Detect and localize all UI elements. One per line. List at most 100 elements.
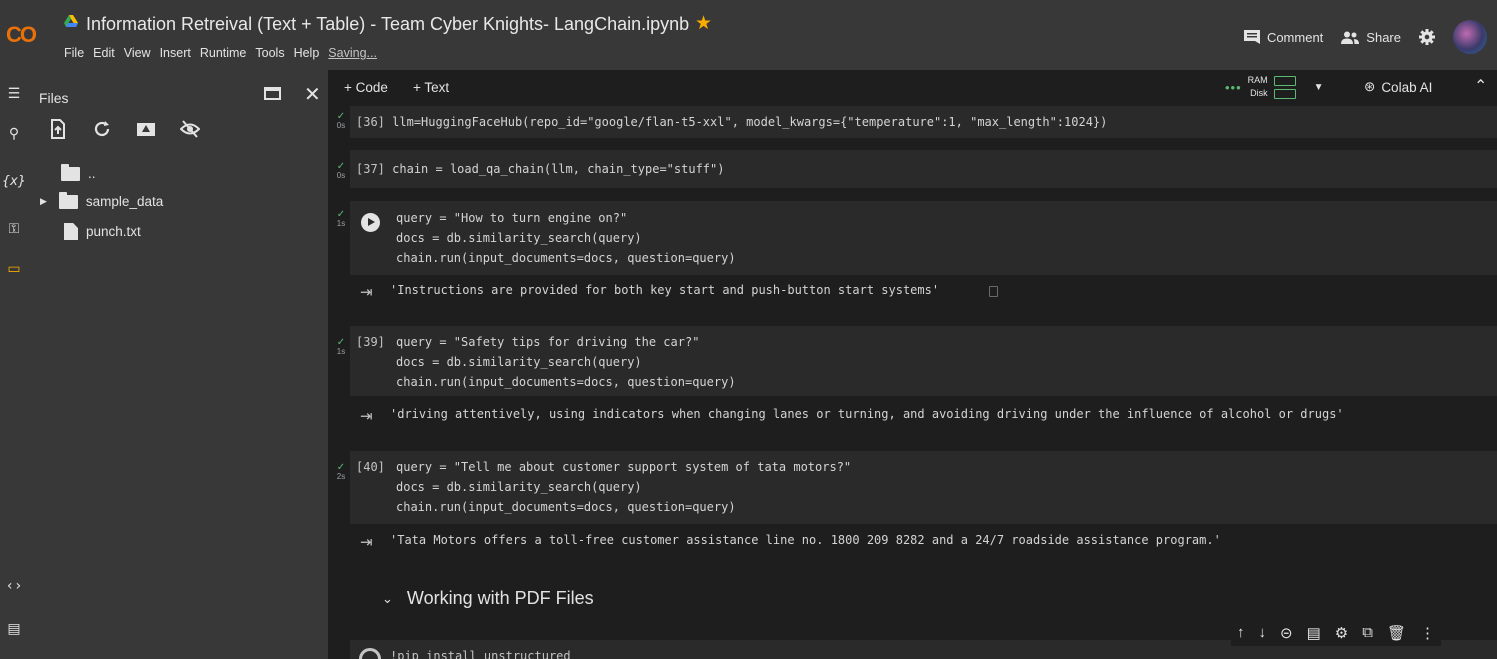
notebook-title[interactable]: Information Retreival (Text + Table) - T…	[86, 14, 689, 35]
tree-item-parent[interactable]: ..	[61, 163, 96, 181]
output-text: 'Instructions are provided for both key …	[390, 283, 940, 297]
command-palette-icon[interactable]: ▤	[0, 620, 28, 637]
saving-status[interactable]: Saving...	[328, 46, 377, 60]
folder-icon[interactable]: ▭	[0, 260, 28, 277]
mount-drive-icon[interactable]	[136, 119, 156, 139]
output-toggle-icon[interactable]: ⇥	[360, 533, 373, 551]
left-rail: ☰ ⚲ {x} ⚿ ▭ ‹› ▤	[0, 70, 28, 659]
cell-status: ✓ 0s	[336, 161, 346, 181]
menu-view[interactable]: View	[124, 46, 151, 60]
output-text: 'driving attentively, using indicators w…	[390, 407, 1344, 421]
code-line[interactable]: !pip install unstructured	[390, 646, 571, 659]
resource-bars	[1273, 75, 1296, 99]
link-icon[interactable]: ⊝	[1280, 624, 1293, 642]
ram-disk-labels: RAM Disk	[1248, 74, 1268, 100]
comment-button[interactable]: Comment	[1243, 30, 1323, 45]
gear-icon[interactable]	[1419, 29, 1435, 45]
output-toggle-icon[interactable]: ⇥	[360, 283, 373, 301]
tree-item-label: ..	[88, 166, 96, 181]
files-panel: Files ✕ .. ▶ sample_data punch.txt	[28, 70, 328, 659]
hide-files-icon[interactable]	[180, 119, 200, 139]
run-cell-button[interactable]	[361, 213, 380, 232]
colab-ai-icon: ⊛	[1364, 79, 1376, 94]
section-heading-text: Working with PDF Files	[406, 588, 594, 608]
drive-icon	[64, 15, 78, 27]
cell-output: ⇥ 'Instructions are provided for both ke…	[360, 283, 1460, 303]
code-cell[interactable]: [40] query = "Tell me about customer sup…	[350, 451, 1497, 524]
header-actions: Comment Share	[1243, 20, 1487, 54]
colab-ai-button[interactable]: ⊛ Colab AI	[1364, 79, 1432, 95]
files-panel-title: Files	[39, 90, 69, 106]
disk-label: Disk	[1250, 88, 1268, 98]
mirror-cell-icon[interactable]: ⧉	[1362, 624, 1373, 642]
notebook-area: + Code + Text ••• RAM Disk ▼ ⊛ Colab AI …	[328, 70, 1497, 659]
comment-icon	[1243, 30, 1260, 44]
run-cell-button[interactable]	[359, 648, 381, 659]
output-toggle-icon[interactable]: ⇥	[360, 407, 373, 425]
menu-edit[interactable]: Edit	[93, 46, 115, 60]
chevron-right-icon[interactable]: ▶	[40, 196, 47, 207]
open-in-window-icon[interactable]	[264, 87, 281, 100]
resources-indicator[interactable]: ••• RAM Disk ▼	[1225, 74, 1324, 100]
refresh-icon[interactable]	[92, 119, 112, 139]
star-icon[interactable]: ★	[695, 12, 712, 35]
menu-runtime[interactable]: Runtime	[200, 46, 247, 60]
share-label: Share	[1366, 29, 1401, 45]
cell-toolbar: ↑ ↓ ⊝ ▤ ⚙ ⧉ 🗑 ⋮	[1231, 620, 1441, 646]
more-options-icon[interactable]: ⋮	[1420, 624, 1435, 642]
menu-file[interactable]: File	[64, 46, 84, 60]
collapse-header-icon[interactable]: ⌃	[1474, 76, 1487, 96]
move-down-icon[interactable]: ↓	[1259, 624, 1267, 642]
chevron-down-icon[interactable]: ▼	[1314, 82, 1324, 93]
tree-item-label: punch.txt	[86, 224, 141, 239]
variables-icon[interactable]: {x}	[0, 174, 28, 189]
code-block[interactable]: query = "How to turn engine on?" docs = d…	[396, 208, 736, 268]
code-snippets-icon[interactable]: ‹›	[0, 578, 28, 594]
gear-icon[interactable]: ⚙	[1335, 624, 1348, 642]
menu-help[interactable]: Help	[294, 46, 320, 60]
file-icon	[64, 223, 78, 240]
menu-bar: File Edit View Insert Runtime Tools Help…	[64, 46, 377, 60]
cell-status: ✓ 1s	[336, 209, 346, 229]
colab-logo[interactable]: CO	[6, 22, 37, 48]
section-heading[interactable]: ⌄ Working with PDF Files	[382, 588, 594, 609]
notebook-toolbar: + Code + Text ••• RAM Disk ▼ ⊛ Colab AI …	[328, 70, 1497, 106]
files-toolbar	[48, 119, 200, 139]
output-text: 'Tata Motors offers a toll-free customer…	[390, 533, 1221, 547]
code-prompt: [39]	[356, 335, 385, 349]
code-cell[interactable]: [39] query = "Safety tips for driving th…	[350, 326, 1497, 396]
secrets-key-icon[interactable]: ⚿	[0, 220, 28, 237]
close-icon[interactable]: ✕	[304, 82, 321, 107]
colab-ai-label: Colab AI	[1381, 79, 1433, 95]
cell-status: ✓ 1s	[336, 337, 346, 357]
code-cell[interactable]: query = "How to turn engine on?" docs = d…	[350, 201, 1497, 275]
tree-item-sample-data[interactable]: ▶ sample_data	[40, 191, 163, 209]
ram-label: RAM	[1247, 75, 1268, 85]
folder-icon	[58, 191, 78, 209]
add-code-button[interactable]: + Code	[344, 80, 388, 95]
chevron-down-icon[interactable]: ⌄	[382, 591, 393, 607]
upload-icon[interactable]	[48, 119, 68, 139]
delete-icon[interactable]: 🗑	[1387, 624, 1406, 642]
menu-insert[interactable]: Insert	[160, 46, 191, 60]
code-line[interactable]: [37] chain = load_qa_chain(llm, chain_ty…	[356, 159, 724, 179]
menu-icon[interactable]: ☰	[0, 85, 28, 102]
cell-status: ✓ 2s	[336, 462, 346, 482]
tree-item-punch-txt[interactable]: punch.txt	[64, 223, 141, 240]
avatar[interactable]	[1453, 20, 1487, 54]
code-block[interactable]: query = "Safety tips for driving the car…	[396, 332, 736, 392]
search-icon[interactable]: ⚲	[0, 125, 28, 142]
add-text-button[interactable]: + Text	[413, 80, 449, 95]
code-block[interactable]: query = "Tell me about customer support …	[396, 457, 851, 517]
cell-output: ⇥ 'Tata Motors offers a toll-free custom…	[360, 533, 1490, 553]
move-up-icon[interactable]: ↑	[1237, 624, 1245, 642]
comment-icon[interactable]: ▤	[1307, 624, 1321, 642]
connected-dots-icon: •••	[1225, 79, 1242, 95]
code-line[interactable]: [36] llm=HuggingFaceHub(repo_id="google/…	[356, 112, 1107, 132]
copy-icon[interactable]	[989, 286, 998, 297]
menu-tools[interactable]: Tools	[255, 46, 284, 60]
code-cell[interactable]: [37] chain = load_qa_chain(llm, chain_ty…	[350, 150, 1497, 188]
code-cell[interactable]: [36] llm=HuggingFaceHub(repo_id="google/…	[350, 106, 1497, 138]
code-prompt: [40]	[356, 460, 385, 474]
share-button[interactable]: Share	[1341, 30, 1401, 45]
